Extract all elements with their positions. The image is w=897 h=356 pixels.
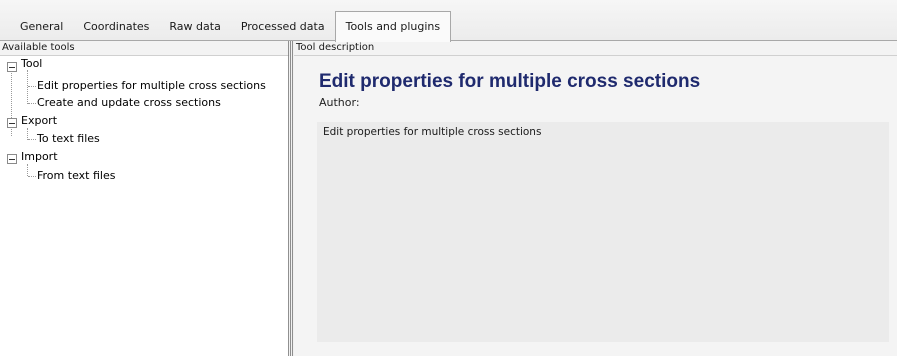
tab-list: General Coordinates Raw data Processed d…	[10, 11, 452, 42]
tree-node-tool[interactable]: Tool	[21, 56, 42, 72]
author-label: Author:	[319, 96, 360, 109]
description-text: Edit properties for multiple cross secti…	[317, 122, 889, 342]
tab-tools-and-plugins[interactable]: Tools and plugins	[334, 11, 452, 42]
tree-node-import[interactable]: Import	[21, 149, 58, 165]
tab-strip: General Coordinates Raw data Processed d…	[0, 0, 897, 42]
tool-description-panel: Tool description Edit properties for mul…	[294, 41, 897, 356]
tree-node-export[interactable]: Export	[21, 113, 57, 129]
tree-connector	[27, 164, 28, 176]
collapse-icon[interactable]	[7, 62, 17, 72]
tree-connector	[28, 176, 36, 177]
tree-connector	[28, 103, 36, 104]
tool-title: Edit properties for multiple cross secti…	[319, 71, 701, 92]
collapse-icon[interactable]	[7, 118, 17, 128]
available-tools-caption: Available tools	[0, 41, 290, 56]
tab-raw-data[interactable]: Raw data	[159, 13, 230, 40]
tree-item-edit-properties[interactable]: Edit properties for multiple cross secti…	[37, 78, 266, 94]
tree-connector	[27, 70, 28, 104]
available-tools-panel: Available tools Tool Edit properties for…	[0, 41, 290, 356]
tools-tree[interactable]: Tool Edit properties for multiple cross …	[0, 56, 290, 356]
tool-window: General Coordinates Raw data Processed d…	[0, 0, 897, 356]
tree-item-from-text-files[interactable]: From text files	[37, 168, 115, 184]
tab-processed-data[interactable]: Processed data	[231, 13, 335, 40]
tool-description-caption: Tool description	[294, 41, 897, 56]
tree-connector	[28, 139, 36, 140]
tree-item-to-text-files[interactable]: To text files	[37, 131, 100, 147]
tab-coordinates[interactable]: Coordinates	[73, 13, 159, 40]
tree-item-create-update-cross-sections[interactable]: Create and update cross sections	[37, 95, 221, 111]
collapse-icon[interactable]	[7, 154, 17, 164]
tab-general[interactable]: General	[10, 13, 73, 40]
tree-connector	[28, 86, 36, 87]
